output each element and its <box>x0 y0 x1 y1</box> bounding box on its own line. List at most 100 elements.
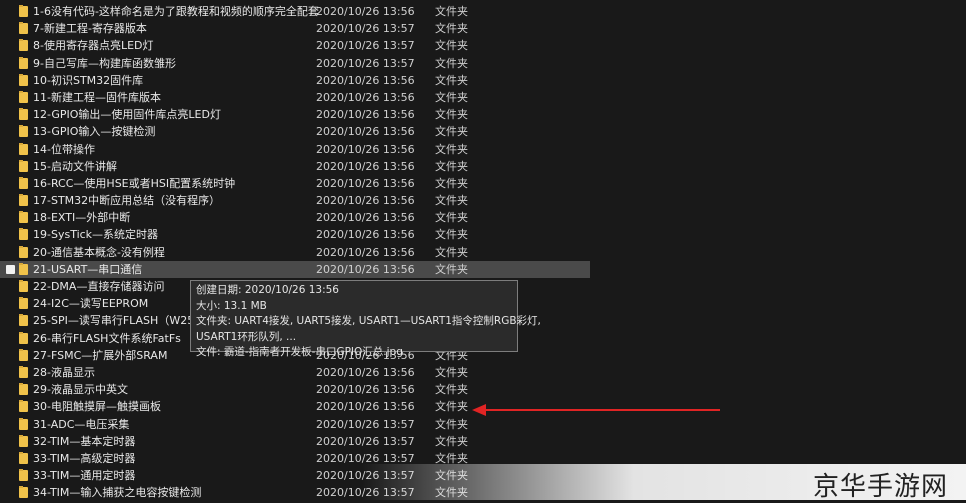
file-type: 文件夹 <box>435 5 468 18</box>
file-type: 文件夹 <box>435 39 468 53</box>
file-row[interactable]: 31-ADC—电压采集 2020/10/26 13:57 文件夹 <box>0 416 966 433</box>
file-name: 12-GPIO输出—使用固件库点亮LED灯 <box>33 108 221 122</box>
file-name: 22-DMA—直接存储器访问 <box>33 280 165 293</box>
file-date: 2020/10/26 13:56 <box>316 228 415 242</box>
watermark: 京华手游网 <box>362 464 966 502</box>
folder-icon <box>19 365 28 378</box>
file-date: 2020/10/26 13:57 <box>316 417 415 431</box>
file-row[interactable]: 18-EXTI—外部中断 2020/10/26 13:56 文件夹 <box>0 209 966 226</box>
file-type: 文件夹 <box>435 228 468 242</box>
folder-icon <box>19 486 28 499</box>
file-list: 1-6没有代码-这样命名是为了跟教程和视频的顺序完全配套 2020/10/26 1… <box>0 3 966 501</box>
tooltip-files: 文件: 霸道-指南者开发板-串口GPIO汇总.jpg <box>196 346 403 358</box>
file-row[interactable]: 1-6没有代码-这样命名是为了跟教程和视频的顺序完全配套 2020/10/26 1… <box>0 3 966 20</box>
file-name: 33-TIM—高级定时器 <box>33 451 136 465</box>
file-date: 2020/10/26 13:56 <box>316 245 415 259</box>
file-date: 2020/10/26 13:57 <box>316 22 415 36</box>
file-date: 2020/10/26 13:57 <box>316 39 415 53</box>
folder-icon <box>19 176 28 189</box>
file-name: 31-ADC—电压采集 <box>33 417 130 431</box>
file-date: 2020/10/26 13:56 <box>316 90 415 104</box>
file-row[interactable]: 8-使用寄存器点亮LED灯 2020/10/26 13:57 文件夹 <box>0 37 966 54</box>
file-name: 16-RCC—使用HSE或者HSI配置系统时钟 <box>33 176 236 190</box>
file-row[interactable]: 17-STM32中断应用总结（没有程序） 2020/10/26 13:56 文件夹 <box>0 192 966 209</box>
folder-icon <box>19 56 28 69</box>
folder-icon <box>19 331 28 344</box>
folder-icon <box>19 108 28 121</box>
tooltip-folders-cont: USART1环形队列, ... <box>196 330 297 343</box>
file-name: 32-TIM—基本定时器 <box>33 434 136 448</box>
folder-icon <box>19 22 28 35</box>
tooltip-folders: 文件夹: UART4接发, UART5接发, USART1—USART1指令控制… <box>196 315 541 327</box>
folder-icon <box>19 348 28 361</box>
folder-icon <box>19 5 28 17</box>
file-type: 文件夹 <box>435 125 468 139</box>
file-name: 34-TIM—输入捕获之电容按键检测 <box>33 486 202 500</box>
folder-icon <box>19 434 28 447</box>
file-name: 18-EXTI—外部中断 <box>33 211 131 225</box>
file-type: 文件夹 <box>435 365 468 379</box>
file-type: 文件夹 <box>435 262 468 276</box>
folder-info-tooltip: 创建日期: 2020/10/26 13:56 大小: 13.1 MB 文件夹: … <box>190 280 541 358</box>
folder-icon <box>19 469 28 482</box>
file-date: 2020/10/26 13:56 <box>316 365 415 379</box>
file-name: 8-使用寄存器点亮LED灯 <box>33 39 154 53</box>
folder-icon <box>19 39 28 52</box>
file-row[interactable]: 32-TIM—基本定时器 2020/10/26 13:57 文件夹 <box>0 433 966 450</box>
red-arrow-head-icon <box>472 404 486 416</box>
file-row[interactable]: 9-自己写库—构建库函数雏形 2020/10/26 13:57 文件夹 <box>0 55 966 72</box>
file-type: 文件夹 <box>435 90 468 104</box>
file-row[interactable]: 12-GPIO输出—使用固件库点亮LED灯 2020/10/26 13:56 文件夹 <box>0 106 966 123</box>
file-name: 19-SysTick—系统定时器 <box>33 228 159 242</box>
file-date: 2020/10/26 13:56 <box>316 159 415 173</box>
tooltip-size: 大小: 13.1 MB <box>196 299 267 312</box>
checkbox[interactable] <box>6 264 15 274</box>
file-date: 2020/10/26 13:57 <box>316 434 415 448</box>
folder-icon <box>19 400 28 413</box>
file-row[interactable]: 15-启动文件讲解 2020/10/26 13:56 文件夹 <box>0 158 966 175</box>
folder-icon <box>19 262 28 275</box>
folder-icon <box>19 297 28 310</box>
file-name: 21-USART—串口通信 <box>33 262 143 276</box>
file-type: 文件夹 <box>435 176 468 190</box>
file-name: 33-TIM—通用定时器 <box>33 469 136 483</box>
file-row[interactable]: 13-GPIO输入—按键检测 2020/10/26 13:56 文件夹 <box>0 123 966 140</box>
file-date: 2020/10/26 13:56 <box>316 400 415 414</box>
file-row[interactable]: 28-液晶显示 2020/10/26 13:56 文件夹 <box>0 364 966 381</box>
folder-icon <box>19 211 28 224</box>
file-date: 2020/10/26 13:56 <box>316 142 415 156</box>
file-type: 文件夹 <box>435 434 468 448</box>
file-date: 2020/10/26 13:56 <box>316 125 415 139</box>
file-name: 9-自己写库—构建库函数雏形 <box>33 56 176 70</box>
folder-icon <box>19 142 28 155</box>
watermark-text: 京华手游网 <box>812 472 948 502</box>
file-date: 2020/10/26 13:56 <box>316 383 415 397</box>
file-row[interactable]: 29-液晶显示中英文 2020/10/26 13:56 文件夹 <box>0 381 966 398</box>
file-type: 文件夹 <box>435 400 468 414</box>
tooltip-created-date: 创建日期: 2020/10/26 13:56 <box>196 284 339 296</box>
folder-icon <box>19 417 28 430</box>
file-date: 2020/10/26 13:57 <box>316 56 415 70</box>
file-row[interactable]: 20-通信基本概念-没有例程 2020/10/26 13:56 文件夹 <box>0 244 966 261</box>
folder-icon <box>19 245 28 258</box>
file-row[interactable]: 7-新建工程-寄存器版本 2020/10/26 13:57 文件夹 <box>0 20 966 37</box>
file-row[interactable]: 19-SysTick—系统定时器 2020/10/26 13:56 文件夹 <box>0 226 966 243</box>
file-name: 15-启动文件讲解 <box>33 159 117 173</box>
folder-icon <box>19 451 28 464</box>
file-type: 文件夹 <box>435 211 468 225</box>
file-row[interactable]: 14-位带操作 2020/10/26 13:56 文件夹 <box>0 141 966 158</box>
file-row[interactable]: 16-RCC—使用HSE或者HSI配置系统时钟 2020/10/26 13:56 文… <box>0 175 966 192</box>
file-type: 文件夹 <box>435 245 468 259</box>
file-name: 17-STM32中断应用总结（没有程序） <box>33 194 221 208</box>
file-name: 1-6没有代码-这样命名是为了跟教程和视频的顺序完全配套 <box>33 5 319 18</box>
file-name: 7-新建工程-寄存器版本 <box>33 22 147 36</box>
file-type: 文件夹 <box>435 108 468 122</box>
file-name: 27-FSMC—扩展外部SRAM <box>33 348 168 362</box>
file-name: 10-初识STM32固件库 <box>33 73 144 87</box>
folder-icon <box>19 125 28 138</box>
file-row-selected[interactable]: 21-USART—串口通信 2020/10/26 13:56 文件夹 <box>0 260 590 278</box>
file-row[interactable]: 10-初识STM32固件库 2020/10/26 13:56 文件夹 <box>0 72 966 89</box>
file-date: 2020/10/26 13:56 <box>316 73 415 87</box>
folder-icon <box>19 90 28 103</box>
file-row[interactable]: 11-新建工程—固件库版本 2020/10/26 13:56 文件夹 <box>0 89 966 106</box>
